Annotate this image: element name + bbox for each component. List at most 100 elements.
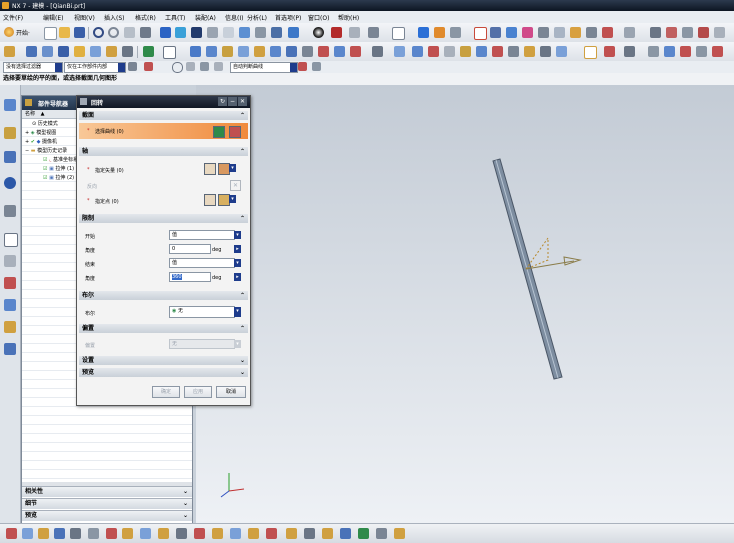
hole-icon[interactable] bbox=[58, 46, 69, 57]
bounded-grid-icon[interactable] bbox=[140, 528, 151, 539]
shell-icon[interactable] bbox=[222, 46, 233, 57]
trim-body-icon[interactable] bbox=[270, 46, 281, 57]
face-snap-icon[interactable] bbox=[286, 528, 297, 539]
line-icon[interactable] bbox=[506, 27, 517, 38]
scope-dropdown[interactable]: 仅在工作部件内部 bbox=[64, 62, 126, 73]
system-materials-icon[interactable] bbox=[4, 343, 16, 355]
select-curve-row[interactable]: * 选择曲线 (0) bbox=[79, 123, 248, 139]
cone-icon[interactable] bbox=[122, 46, 133, 57]
mirror-feature-icon[interactable] bbox=[350, 46, 361, 57]
split-body-icon[interactable] bbox=[286, 46, 297, 57]
render-style-icon[interactable] bbox=[313, 27, 324, 38]
fit-icon[interactable] bbox=[191, 27, 202, 38]
offset-icon[interactable] bbox=[624, 27, 635, 38]
stop-at-intersection-icon[interactable] bbox=[298, 62, 307, 71]
undo-icon[interactable] bbox=[93, 27, 104, 38]
paste-icon[interactable] bbox=[175, 27, 186, 38]
datum-icon[interactable] bbox=[554, 27, 565, 38]
end-type-select[interactable]: 值 bbox=[169, 258, 235, 268]
dependencies-panel[interactable]: 相关性 ⌄ bbox=[22, 486, 192, 497]
menu-view[interactable]: 视图(V) bbox=[74, 13, 95, 22]
pull-face-icon[interactable] bbox=[540, 46, 551, 57]
extrude-icon[interactable] bbox=[586, 27, 597, 38]
edge-snap-icon[interactable] bbox=[266, 528, 277, 539]
offset-group-header[interactable]: 偏置 ⌃ bbox=[79, 324, 248, 333]
history-palette-icon[interactable] bbox=[4, 205, 16, 217]
apply-button[interactable]: 应用 bbox=[184, 386, 212, 398]
extract-icon[interactable] bbox=[372, 46, 383, 57]
roles-icon[interactable] bbox=[4, 277, 16, 289]
curve-icon[interactable] bbox=[490, 27, 501, 38]
window-controls[interactable] bbox=[700, 1, 730, 9]
constraint-icon[interactable] bbox=[664, 46, 675, 57]
resize-icon[interactable] bbox=[508, 46, 519, 57]
pole-icon[interactable] bbox=[212, 528, 223, 539]
rotate-icon[interactable] bbox=[239, 27, 250, 38]
tree-item-model-views[interactable]: + ◈ 模型视图 bbox=[25, 129, 56, 136]
pan-icon[interactable] bbox=[255, 27, 266, 38]
menu-analysis[interactable]: 分析(L) bbox=[247, 13, 267, 22]
details-panel[interactable]: 细节 ⌄ bbox=[22, 498, 192, 509]
type-filter-dropdown[interactable]: 没有选择过滤器 bbox=[3, 62, 63, 73]
arc-center-icon[interactable] bbox=[70, 528, 81, 539]
bridge-icon[interactable] bbox=[696, 46, 707, 57]
intersection-point-icon[interactable] bbox=[54, 528, 65, 539]
chamfer-icon[interactable] bbox=[698, 27, 709, 38]
start-type-dropdown[interactable]: ▾ bbox=[234, 231, 241, 239]
snap-center-icon[interactable] bbox=[214, 62, 223, 71]
offset-dropdown[interactable]: ▾ bbox=[234, 340, 241, 348]
web-browser-icon[interactable] bbox=[4, 177, 16, 189]
clock-icon[interactable] bbox=[4, 233, 18, 247]
checkbox-checked[interactable]: ☑ bbox=[43, 157, 47, 163]
body-snap-icon[interactable] bbox=[304, 528, 315, 539]
csys-icon[interactable] bbox=[570, 27, 581, 38]
point-on-curve-icon[interactable] bbox=[22, 528, 33, 539]
move-face-icon[interactable] bbox=[476, 46, 487, 57]
datum-snap-icon[interactable] bbox=[376, 528, 387, 539]
sheet-snap-icon[interactable] bbox=[394, 528, 405, 539]
tree-item-history-mode[interactable]: ⊙ 历史模式 bbox=[32, 120, 58, 127]
section-group-header[interactable]: 截面 ⌃ bbox=[79, 111, 248, 120]
axis-group-header[interactable]: 轴 ⌃ bbox=[79, 147, 248, 156]
snap-point-icon[interactable] bbox=[172, 62, 183, 73]
checkbox-checked[interactable]: ☑ bbox=[43, 166, 47, 172]
system-scene-icon[interactable] bbox=[4, 321, 16, 333]
select-icon[interactable] bbox=[160, 27, 171, 38]
menu-edit[interactable]: 编辑(E) bbox=[43, 13, 63, 22]
assembly-navigator-icon[interactable] bbox=[4, 99, 16, 111]
background-icon[interactable] bbox=[392, 27, 405, 40]
tree-item-extrude-1[interactable]: ☑ ▣ 拉伸 (1) bbox=[43, 165, 74, 172]
delete-face-icon[interactable] bbox=[492, 46, 503, 57]
reuse-library-icon[interactable] bbox=[4, 255, 16, 267]
preview-panel[interactable]: 预览 ⌄ bbox=[22, 510, 192, 521]
cylinder-icon[interactable] bbox=[106, 46, 117, 57]
menu-help[interactable]: 帮助(H) bbox=[338, 13, 359, 22]
follow-fillet-icon[interactable] bbox=[312, 62, 321, 71]
edit-object-icon[interactable] bbox=[434, 27, 445, 38]
vertex-snap-icon[interactable] bbox=[248, 528, 259, 539]
point-type-dropdown[interactable]: ▾ bbox=[229, 195, 236, 203]
tree-item-model-history[interactable]: − ▬ 模型历史记录 bbox=[25, 147, 67, 154]
redo-icon[interactable] bbox=[108, 27, 119, 38]
control-point-icon[interactable] bbox=[38, 528, 49, 539]
snap-icon[interactable] bbox=[418, 27, 429, 38]
select-all-icon[interactable] bbox=[144, 62, 153, 71]
tree-item-extrude-2[interactable]: ☑ ▣ 拉伸 (2) bbox=[43, 174, 74, 181]
copy-icon[interactable] bbox=[140, 27, 151, 38]
menu-window[interactable]: 窗口(O) bbox=[308, 13, 329, 22]
linked-icon[interactable] bbox=[584, 46, 597, 59]
zoom-icon[interactable] bbox=[207, 27, 218, 38]
block-icon[interactable] bbox=[90, 46, 101, 57]
menu-tools[interactable]: 工具(T) bbox=[165, 13, 185, 22]
revolve-feature-icon[interactable] bbox=[42, 46, 53, 57]
helix-icon[interactable] bbox=[712, 46, 723, 57]
navigator-pin-icon[interactable] bbox=[25, 99, 32, 106]
start-angle-menu[interactable]: ▸ bbox=[234, 245, 241, 253]
measure-icon[interactable] bbox=[714, 27, 725, 38]
checkbox-checked[interactable]: ☑ bbox=[43, 175, 47, 181]
sketch-feature-icon[interactable] bbox=[4, 46, 15, 57]
component-snap-icon[interactable] bbox=[340, 528, 351, 539]
feature-snap-icon[interactable] bbox=[322, 528, 333, 539]
synchronous-icon[interactable] bbox=[524, 46, 535, 57]
camera-icon[interactable] bbox=[368, 27, 379, 38]
